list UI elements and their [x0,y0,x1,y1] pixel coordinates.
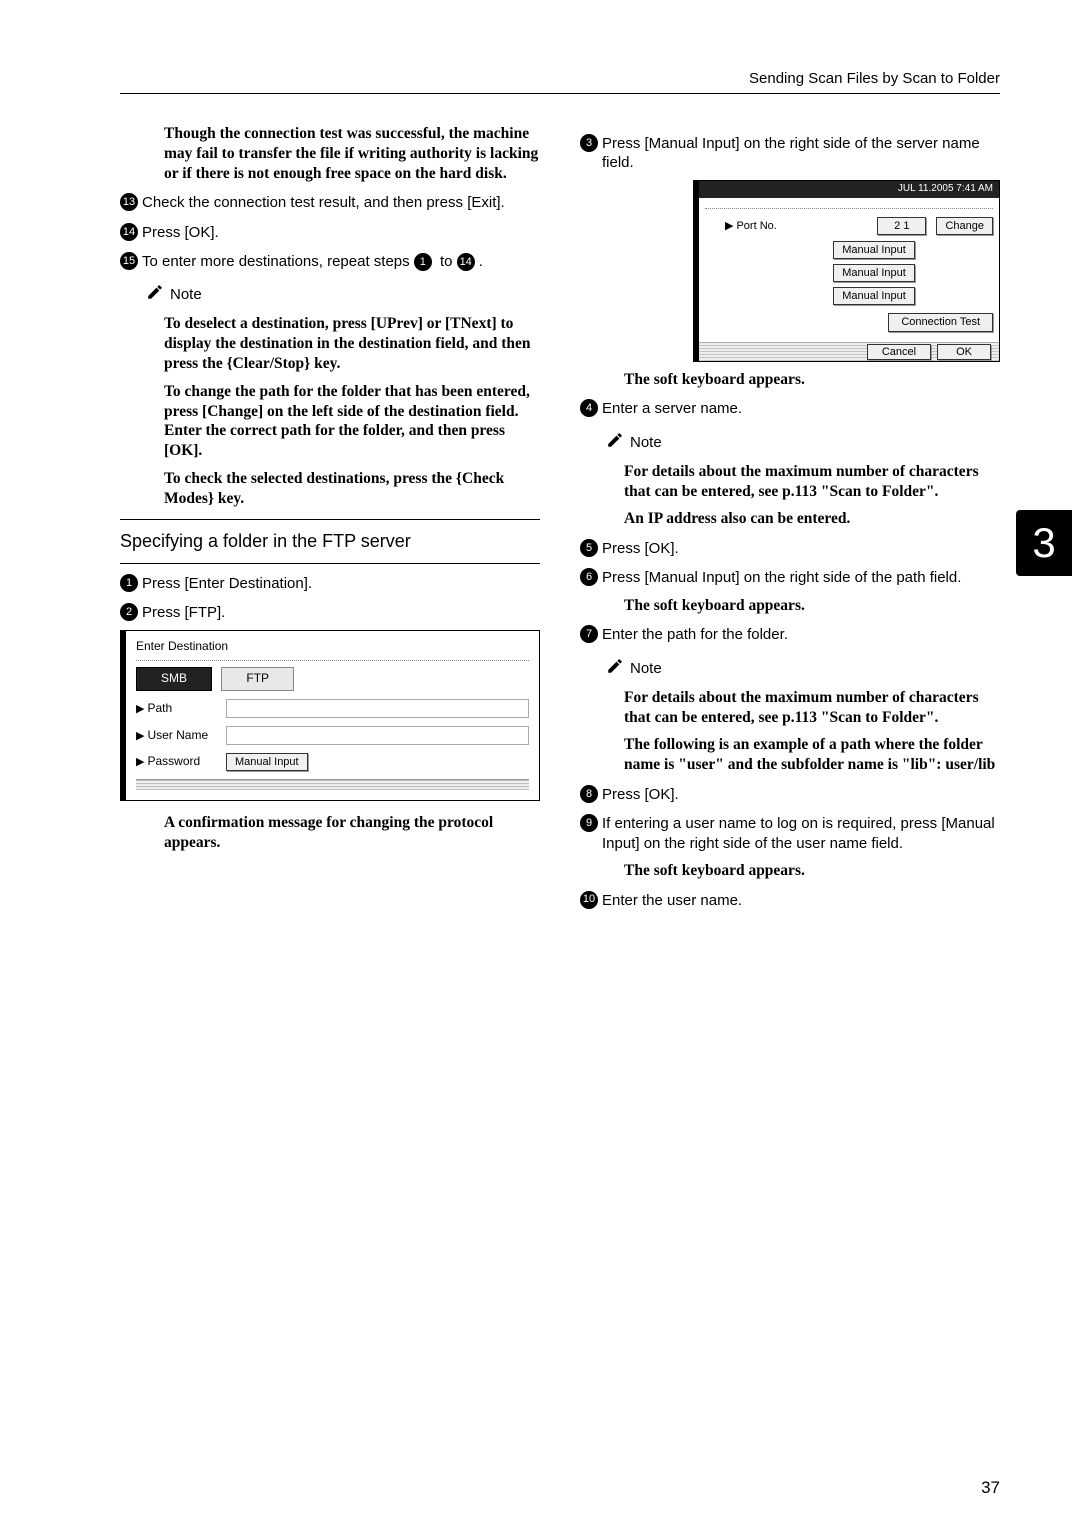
step13-text: Check the connection test result, and th… [142,193,540,212]
step2-text: Press [FTP]. [142,603,540,622]
manual-input-button-2[interactable]: Manual Input [833,264,915,282]
step4-text: Enter a server name. [602,399,1000,418]
section-divider-top [120,519,540,520]
step15-a: To enter more destinations, repeat steps [142,253,414,270]
step-number-5: 5 [580,539,598,557]
pencil-icon [606,431,624,454]
change-button[interactable]: Change [936,217,993,235]
note-label: Note [630,659,662,678]
step-number-7: 7 [580,625,598,643]
note-path-example: The following is an example of a path wh… [580,735,1000,775]
panel-title: Enter Destination [136,639,529,654]
manual-input-button-3[interactable]: Manual Input [833,287,915,305]
username-label: ▶User Name [136,728,226,743]
ftp-tab[interactable]: FTP [221,667,294,690]
manual-input-button-1[interactable]: Manual Input [833,241,915,259]
note-ip-address: An IP address also can be entered. [580,509,1000,529]
username-input[interactable] [226,726,529,745]
password-manual-input-button[interactable]: Manual Input [226,753,308,771]
step-number-1: 1 [120,574,138,592]
step8-text: Press [OK]. [602,785,1000,804]
kb-appears-1: The soft keyboard appears. [580,370,1000,390]
header-rule [120,93,1000,94]
section-header: Sending Scan Files by Scan to Folder [120,70,1000,87]
enter-destination-screenshot: Enter Destination SMB FTP ▶Path ▶User Na… [120,630,540,801]
step1-text: Press [Enter Destination]. [142,574,540,593]
step15-text: To enter more destinations, repeat steps… [142,252,540,271]
note-label: Note [630,433,662,452]
note-max-chars-2: For details about the maximum number of … [580,688,1000,728]
note-label: Note [170,285,202,304]
ok-button[interactable]: OK [937,344,991,360]
kb-appears-2: The soft keyboard appears. [580,596,1000,616]
port-value[interactable]: 2 1 [877,217,926,235]
password-label: ▶Password [136,754,226,769]
step-number-9: 9 [580,814,598,832]
step-number-10: 10 [580,891,598,909]
ftp-section-title: Specifying a folder in the FTP server [120,530,540,553]
path-label: ▶Path [136,701,226,716]
step-number-3: 3 [580,134,598,152]
note-change-path: To change the path for the folder that h… [120,382,540,461]
confirm-message-text: A confirmation message for changing the … [120,813,540,853]
step15-b: to [436,253,457,270]
ref-step-1: 1 [414,253,432,271]
step6-text: Press [Manual Input] on the right side o… [602,568,1000,587]
step14-text: Press [OK]. [142,223,540,242]
kb-appears-3: The soft keyboard appears. [580,861,1000,881]
server-settings-screenshot: JUL 11.2005 7:41 AM ▶Port No. 2 1 Change… [693,180,1000,361]
step10-text: Enter the user name. [602,891,1000,910]
step5-text: Press [OK]. [602,539,1000,558]
path-input[interactable] [226,699,529,718]
pencil-icon [606,657,624,680]
note-max-chars-1: For details about the maximum number of … [580,462,1000,502]
step-number-13: 13 [120,193,138,211]
port-label: ▶Port No. [725,219,777,233]
step15-c: . [479,253,483,270]
smb-tab[interactable]: SMB [136,667,212,690]
chapter-thumb-tab: 3 [1016,510,1072,576]
warning-paragraph: Though the connection test was successfu… [120,124,540,183]
cancel-button[interactable]: Cancel [867,344,931,360]
section-divider-bottom [120,563,540,564]
note-deselect: To deselect a destination, press [UPrev]… [120,314,540,373]
ref-step-14: 14 [457,253,475,271]
step-number-15: 15 [120,252,138,270]
step-number-8: 8 [580,785,598,803]
step7-text: Enter the path for the folder. [602,625,1000,644]
connection-test-button[interactable]: Connection Test [888,313,993,331]
panel-timestamp: JUL 11.2005 7:41 AM [699,181,999,198]
step-number-6: 6 [580,568,598,586]
step-number-14: 14 [120,223,138,241]
panel-footer-hatch [136,779,529,790]
pencil-icon [146,283,164,306]
step9-text: If entering a user name to log on is req… [602,814,1000,852]
note-check-modes: To check the selected destinations, pres… [120,469,540,509]
step3-text: Press [Manual Input] on the right side o… [602,134,1000,172]
step-number-2: 2 [120,603,138,621]
step-number-4: 4 [580,399,598,417]
page-number: 37 [981,1478,1000,1498]
